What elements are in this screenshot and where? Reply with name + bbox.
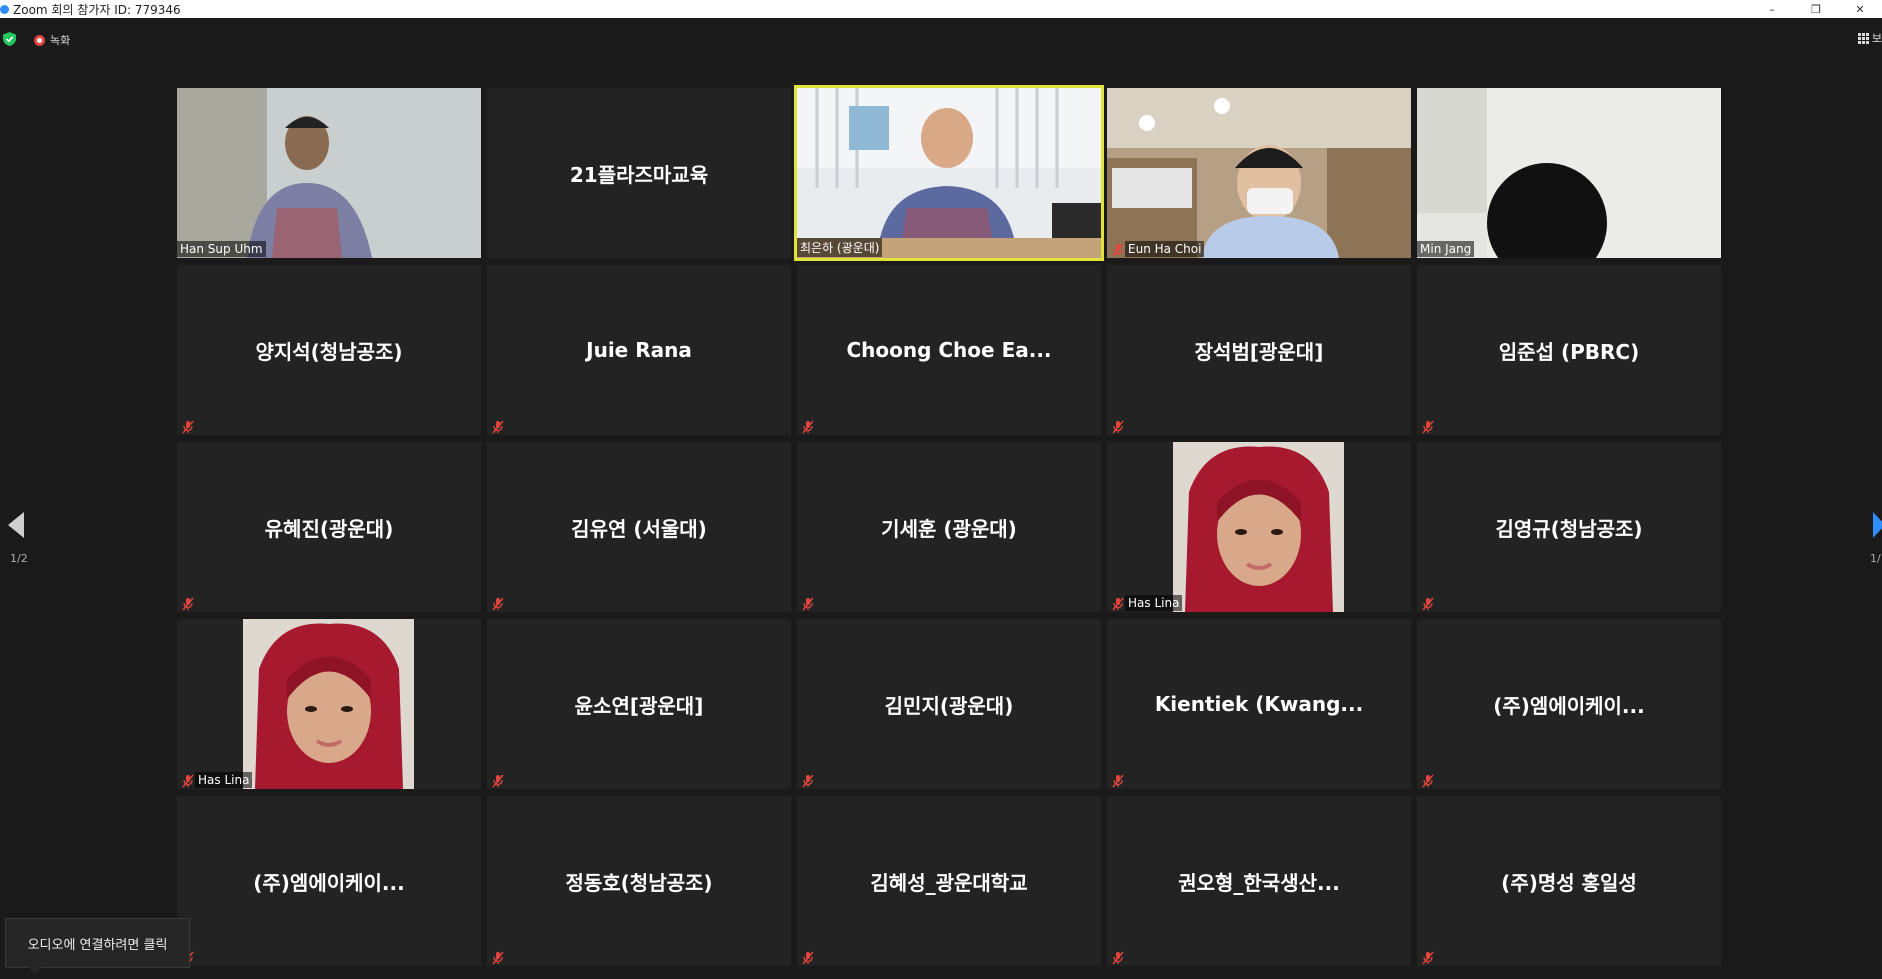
participant-name: 김민지(광운대): [884, 693, 1014, 718]
muted-microphone-icon: [801, 950, 815, 965]
participant-tile[interactable]: 김민지(광운대): [797, 619, 1101, 789]
participant-name: 양지석(청남공조): [255, 339, 403, 364]
window-controls: – ❐ ✕: [1750, 0, 1882, 18]
muted-microphone-icon: [1111, 596, 1125, 611]
participant-tile[interactable]: Eun Ha Choi: [1107, 88, 1411, 258]
participant-tile[interactable]: 임준섭 (PBRC): [1417, 265, 1721, 435]
participant-name: 21플라즈마교육: [569, 162, 709, 187]
muted-microphone-icon: [181, 596, 195, 611]
gallery-grid-icon: [1857, 33, 1869, 44]
participant-tile[interactable]: 장석범[광운대]: [1107, 265, 1411, 435]
muted-microphone-icon: [801, 773, 815, 788]
muted-microphone-icon: [1421, 596, 1435, 611]
participant-name-label: 최은하 (광운대): [797, 238, 883, 257]
muted-microphone-icon: [1111, 773, 1125, 788]
muted-microphone-icon: [491, 950, 505, 965]
page-indicator-right: 1/: [1870, 552, 1881, 565]
participant-tile[interactable]: 21플라즈마교육: [487, 88, 791, 258]
recording-indicator[interactable]: 녹화: [34, 32, 70, 48]
muted-microphone-icon: [1421, 950, 1435, 965]
participant-tile[interactable]: Kientiek (Kwang...: [1107, 619, 1411, 789]
muted-microphone-icon: [181, 419, 195, 434]
participant-name: Kientiek (Kwang...: [1154, 692, 1364, 716]
participant-name: (주)명성 홍일성: [1501, 870, 1637, 895]
participant-name: 윤소연[광운대]: [574, 693, 704, 718]
participant-tile[interactable]: 유혜진(광운대): [177, 442, 481, 612]
gallery-view: Han Sup Uhm 21플라즈마교육최은하 (광운대) Eun Ha Choi M…: [177, 85, 1723, 969]
participant-name: 기세훈 (광운대): [881, 516, 1017, 541]
encryption-shield-icon[interactable]: [3, 32, 16, 46]
participant-tile[interactable]: 김유연 (서울대): [487, 442, 791, 612]
window-title: Zoom 회의 참가자 ID: 779346: [13, 2, 181, 17]
muted-microphone-icon: [801, 596, 815, 611]
participant-tile[interactable]: 기세훈 (광운대): [797, 442, 1101, 612]
participant-tile[interactable]: Min Jang: [1417, 88, 1721, 258]
window-title-bar: Zoom 회의 참가자 ID: 779346 – ❐ ✕: [0, 0, 1882, 18]
participant-tile[interactable]: Juie Rana: [487, 265, 791, 435]
participant-video: [797, 88, 1101, 258]
participant-name: (주)엠에이케이...: [253, 870, 405, 895]
participant-tile[interactable]: Han Sup Uhm: [177, 88, 481, 258]
record-label: 녹화: [50, 34, 71, 47]
participant-name-label: Has Lina: [195, 772, 253, 788]
participant-tile[interactable]: Choong Choe Ea...: [797, 265, 1101, 435]
participant-tile[interactable]: 김영규(청남공조): [1417, 442, 1721, 612]
participant-name: 권오형_한국생산...: [1178, 870, 1340, 895]
participant-name: Juie Rana: [586, 338, 692, 362]
participant-name: 김영규(청남공조): [1495, 516, 1643, 541]
close-button[interactable]: ✕: [1838, 0, 1882, 18]
participant-name: 유혜진(광운대): [264, 516, 394, 541]
participant-tile[interactable]: (주)명성 홍일성: [1417, 796, 1721, 966]
participant-name-label: Eun Ha Choi: [1125, 241, 1205, 257]
participant-name: 장석범[광운대]: [1194, 339, 1324, 364]
muted-microphone-icon: [181, 773, 195, 788]
muted-microphone-icon: [491, 419, 505, 434]
muted-microphone-icon: [1421, 419, 1435, 434]
restore-button[interactable]: ❐: [1794, 0, 1838, 18]
previous-page-arrow-icon[interactable]: [8, 512, 24, 538]
participant-name-label: Has Lina: [1125, 595, 1183, 611]
participant-tile[interactable]: Has Lina: [177, 619, 481, 789]
participant-tile[interactable]: 윤소연[광운대]: [487, 619, 791, 789]
view-button[interactable]: 보: [1857, 30, 1882, 46]
participant-tile[interactable]: (주)엠에이케이...: [1417, 619, 1721, 789]
muted-microphone-icon: [491, 773, 505, 788]
participant-video: [1417, 88, 1721, 258]
zoom-app-icon: [0, 4, 9, 14]
minimize-button[interactable]: –: [1750, 0, 1794, 18]
participant-tile[interactable]: 양지석(청남공조): [177, 265, 481, 435]
connect-audio-tooltip[interactable]: 오디오에 연결하려면 클릭: [5, 918, 190, 974]
next-page-arrow-icon[interactable]: [1873, 512, 1882, 538]
participant-name: 김유연 (서울대): [571, 516, 707, 541]
muted-microphone-icon: [491, 596, 505, 611]
muted-microphone-icon: [1421, 773, 1435, 788]
participant-tile[interactable]: Has Lina: [1107, 442, 1411, 612]
participant-name-label: Han Sup Uhm: [177, 241, 266, 257]
view-label: 보: [1871, 32, 1882, 45]
participant-tile[interactable]: (주)엠에이케이...: [177, 796, 481, 966]
muted-microphone-icon: [1111, 242, 1125, 257]
participant-video: [1107, 442, 1411, 612]
muted-microphone-icon: [801, 419, 815, 434]
participant-video: [1107, 88, 1411, 258]
participant-name-label: Min Jang: [1417, 241, 1475, 257]
participant-name: Choong Choe Ea...: [846, 338, 1052, 362]
participant-video: [177, 88, 481, 258]
participant-name: (주)엠에이케이...: [1493, 693, 1645, 718]
muted-microphone-icon: [1111, 950, 1125, 965]
participant-tile[interactable]: 김혜성_광운대학교: [797, 796, 1101, 966]
participant-name: 정동호(청남공조): [565, 870, 713, 895]
record-icon: [34, 34, 45, 46]
participant-tile[interactable]: 정동호(청남공조): [487, 796, 791, 966]
muted-microphone-icon: [1111, 419, 1125, 434]
participant-tile[interactable]: 최은하 (광운대): [794, 85, 1104, 261]
participant-video: [177, 619, 481, 789]
meeting-top-bar: 녹화 보: [0, 18, 1882, 60]
participant-name: 김혜성_광운대학교: [870, 870, 1028, 895]
page-indicator-left: 1/2: [10, 552, 28, 565]
participant-name: 임준섭 (PBRC): [1498, 339, 1640, 364]
participant-tile[interactable]: 권오형_한국생산...: [1107, 796, 1411, 966]
